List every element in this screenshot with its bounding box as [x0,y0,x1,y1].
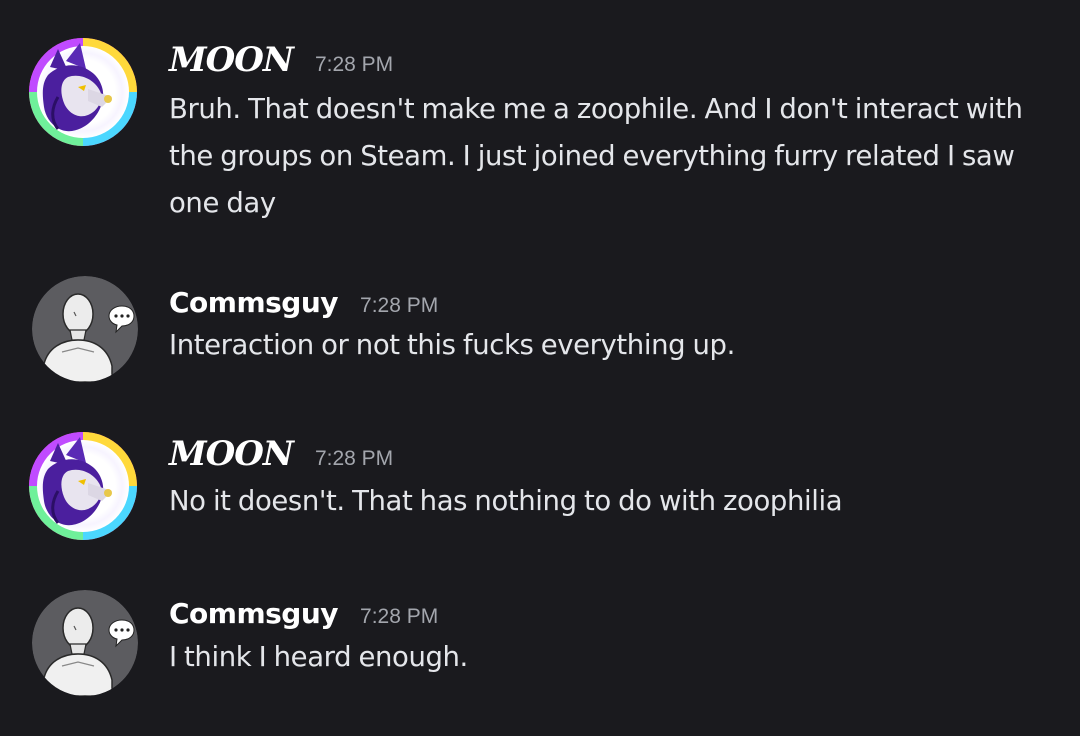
username[interactable]: MOON [169,434,294,474]
avatar-commsguy[interactable] [32,590,138,696]
avatar-moon[interactable] [28,37,138,147]
timestamp: 7:28 PM [360,605,439,628]
message-text: I think I heard enough. [169,641,468,673]
message-text: Interaction or not this fucks everything… [169,329,735,361]
message-text: Bruh. That doesn't make me a zoophile. A… [169,93,1023,219]
username[interactable]: Commsguy [169,597,339,630]
mannequin-avatar-icon [32,276,138,382]
avatar-commsguy[interactable] [32,276,138,382]
username[interactable]: MOON [169,40,294,80]
username[interactable]: Commsguy [169,286,339,319]
wolf-avatar-icon [29,38,137,146]
message-item: Commsguy 7:28 PM Interaction or not this… [0,260,1080,400]
mannequin-avatar-icon [32,590,138,696]
wolf-avatar-icon [29,432,137,540]
message-item: Commsguy 7:28 PM I think I heard enough. [0,575,1080,715]
timestamp: 7:28 PM [314,53,394,76]
message-item: MOON 7:28 PM Bruh. That doesn't make me … [0,0,1080,240]
avatar-moon[interactable] [28,431,138,541]
timestamp: 7:28 PM [314,447,394,470]
chat-message-list: MOON 7:28 PM Bruh. That doesn't make me … [0,0,1080,736]
message-text: No it doesn't. That has nothing to do wi… [169,485,843,517]
message-item: MOON 7:28 PM No it doesn't. That has not… [0,410,1080,550]
timestamp: 7:28 PM [360,294,439,317]
